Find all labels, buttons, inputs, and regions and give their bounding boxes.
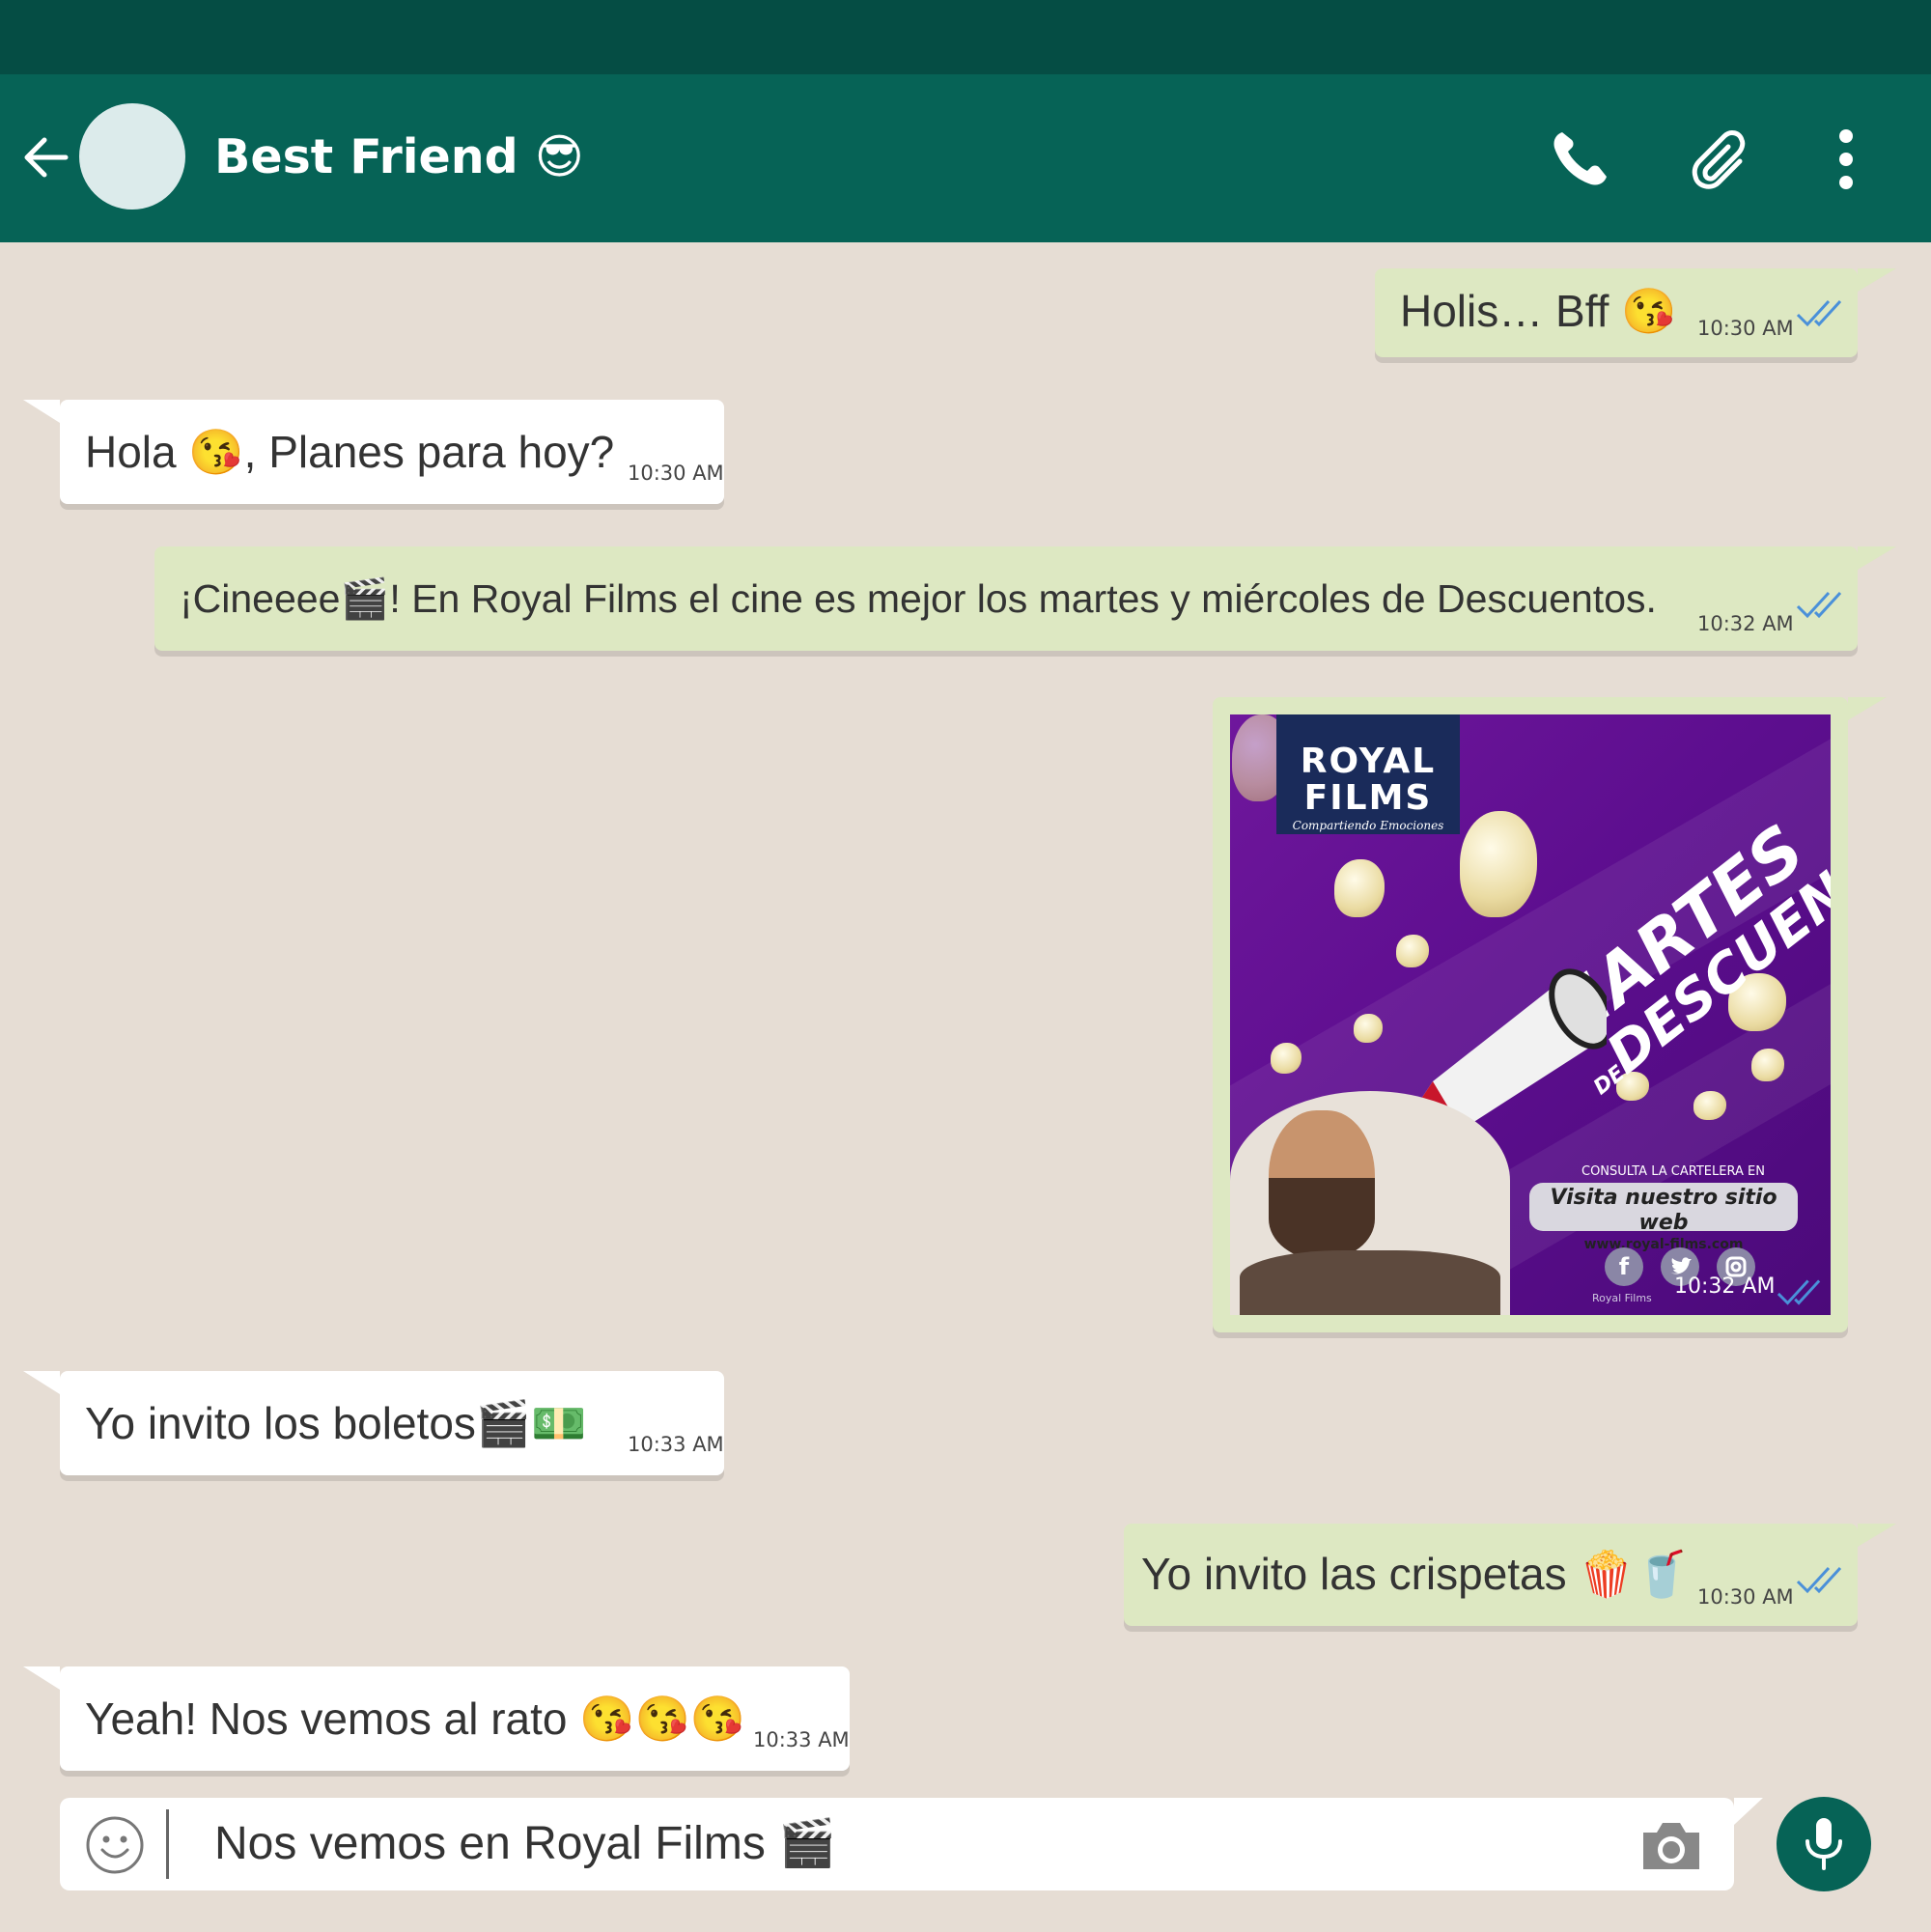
microphone-icon [1805, 1818, 1842, 1870]
popcorn-piece [1271, 1043, 1301, 1074]
bubble-tail [1858, 268, 1896, 292]
message-text: Hola 😘, Planes para hoy? [85, 427, 615, 477]
popcorn-piece [1460, 811, 1537, 917]
logo-tagline: Compartiendo Emociones [1292, 819, 1444, 832]
read-ticks-icon [1796, 1566, 1842, 1594]
popcorn-piece [1693, 1091, 1726, 1120]
message-text: Yo invito las crispetas 🍿🥤 [1141, 1549, 1690, 1599]
message-composer: Nos vemos en Royal Films 🎬 [60, 1798, 1763, 1890]
message-text: Holis… Bff 😘 [1400, 286, 1677, 336]
message-input[interactable]: Nos vemos en Royal Films 🎬 [214, 1815, 836, 1873]
person-shirt [1240, 1250, 1500, 1315]
message-text: Yo invito los boletos🎬💵 [85, 1398, 587, 1448]
person-beard [1269, 1178, 1375, 1260]
bubble-tail [23, 1666, 60, 1690]
chat-header: Best Friend 😎 [0, 74, 1931, 242]
voice-record-button[interactable] [1777, 1797, 1871, 1891]
bubble-tail [1858, 546, 1896, 570]
message-time: 10:30 AM [1697, 1585, 1794, 1609]
message-time: 10:30 AM [628, 462, 724, 485]
message-outgoing-image[interactable]: ROYAL FILMS Compartiendo Emociones MARTE… [1213, 697, 1887, 1332]
website-pill[interactable]: Visita nuestro sitio web www.royal-films… [1529, 1183, 1798, 1252]
bubble-tail [23, 400, 60, 423]
read-ticks-icon [1777, 1279, 1821, 1305]
message-time: 10:33 AM [753, 1728, 850, 1751]
logo-line2: FILMS [1303, 778, 1433, 818]
read-ticks-icon [1796, 299, 1842, 327]
popcorn-piece [1751, 1049, 1784, 1081]
message-outgoing[interactable]: Yo invito las crispetas 🍿🥤 10:30 AM [1124, 1524, 1896, 1626]
more-options-button[interactable] [1829, 125, 1863, 194]
bubble-tail [1848, 697, 1887, 720]
message-text: Yeah! Nos vemos al rato 😘😘😘 [85, 1694, 746, 1744]
message-time: 10:33 AM [628, 1433, 724, 1456]
contact-name[interactable]: Best Friend 😎 [214, 128, 584, 186]
message-outgoing[interactable]: Holis… Bff 😘 10:30 AM [1375, 268, 1896, 357]
arrow-left-icon [24, 137, 69, 178]
attach-button[interactable] [1686, 125, 1755, 194]
person-illustration [1230, 1091, 1510, 1315]
promo-consulta: CONSULTA LA CARTELERA EN [1581, 1164, 1765, 1179]
message-time: 10:32 AM [1697, 612, 1794, 635]
dots-vertical-icon [1839, 129, 1853, 189]
social-caption: Royal Films [1592, 1292, 1652, 1304]
camera-icon [1643, 1823, 1699, 1869]
message-incoming[interactable]: Yo invito los boletos🎬💵 10:33 AM [23, 1371, 724, 1475]
message-incoming[interactable]: Yeah! Nos vemos al rato 😘😘😘 10:33 AM [23, 1666, 850, 1771]
composer-divider [166, 1809, 169, 1879]
message-time: 10:32 AM [1674, 1274, 1776, 1299]
read-ticks-icon [1796, 591, 1842, 619]
camera-button[interactable] [1639, 1819, 1703, 1873]
emoji-button[interactable] [85, 1815, 145, 1875]
message-incoming[interactable]: Hola 😘, Planes para hoy? 10:30 AM [23, 400, 724, 504]
popcorn-piece [1334, 859, 1385, 917]
website-label: Visita nuestro sitio web [1550, 1186, 1777, 1235]
bubble-tail [23, 1371, 60, 1394]
status-bar [0, 0, 1931, 74]
composer-tail [1734, 1798, 1763, 1825]
message-time: 10:30 AM [1697, 317, 1794, 340]
back-button[interactable] [23, 128, 70, 186]
call-button[interactable] [1545, 125, 1614, 194]
phone-icon [1553, 132, 1607, 185]
logo-line1: ROYAL [1300, 742, 1437, 781]
bubble-tail [1858, 1524, 1896, 1547]
message-text: ¡Cineeee🎬! En Royal Films el cine es mej… [180, 576, 1657, 621]
royal-films-logo: ROYAL FILMS Compartiendo Emociones [1276, 714, 1460, 834]
facebook-icon[interactable]: f [1605, 1247, 1643, 1286]
paperclip-icon [1692, 130, 1746, 189]
promo-image[interactable]: ROYAL FILMS Compartiendo Emociones MARTE… [1230, 714, 1831, 1315]
avatar[interactable] [79, 103, 185, 210]
message-outgoing[interactable]: ¡Cineeee🎬! En Royal Films el cine es mej… [154, 546, 1896, 651]
smiley-icon [86, 1816, 144, 1874]
